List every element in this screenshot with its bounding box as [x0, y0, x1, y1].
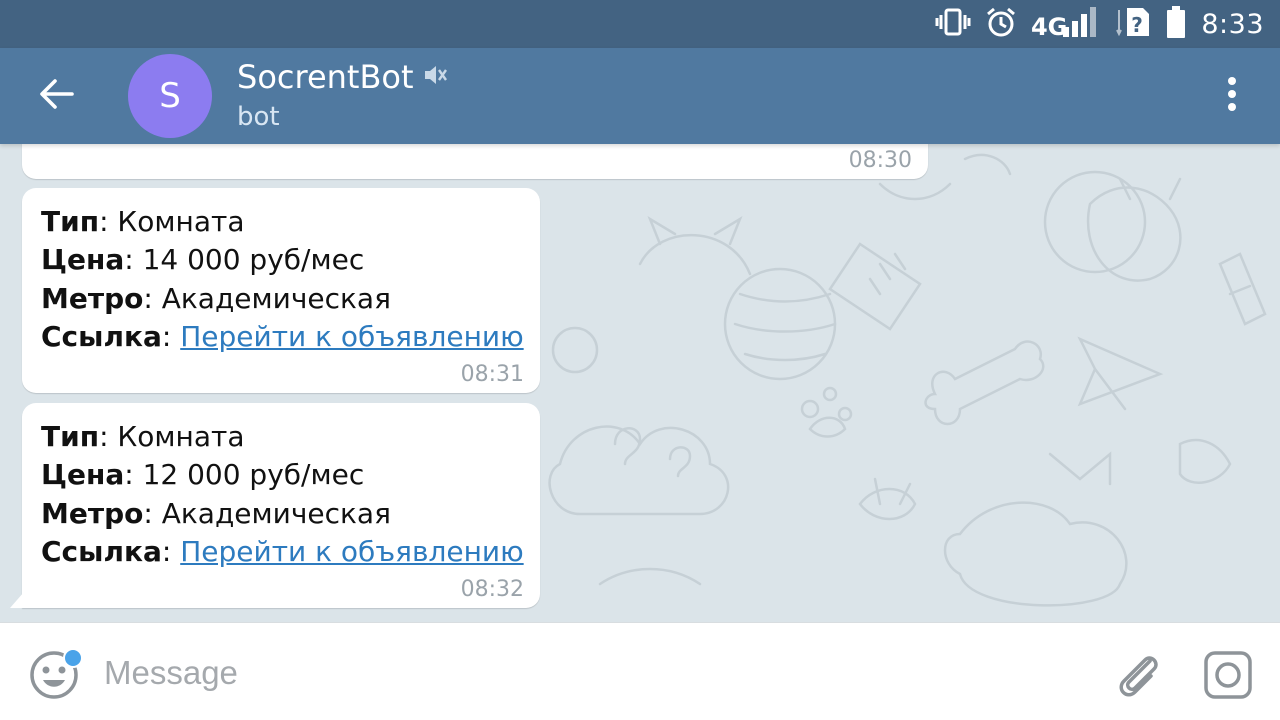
status-bar: 4G ? 8:33: [0, 0, 1280, 48]
listing-link[interactable]: Перейти к объявлению: [180, 320, 523, 353]
battery-icon: [1165, 6, 1187, 42]
chat-header: S SocrentBot bot: [0, 48, 1280, 144]
chat-subtitle: bot: [237, 102, 280, 132]
more-vertical-icon: [1226, 76, 1238, 116]
chat-area[interactable]: 08:30 Тип: Комната Цена: 14 000 руб/мес …: [0, 144, 1280, 622]
listing-price-line: Цена: 12 000 руб/мес: [41, 458, 365, 492]
message-bubble[interactable]: Тип: Комната Цена: 14 000 руб/мес Метро:…: [22, 188, 540, 393]
avatar-letter: S: [159, 76, 181, 116]
camera-button[interactable]: [1200, 647, 1256, 703]
listing-price-value: 14 000 руб/мес: [142, 243, 365, 277]
message-text: Тип: Комната Цена: 12 000 руб/мес Метро:…: [41, 418, 524, 571]
listing-type-label: Тип: [41, 205, 100, 238]
camera-icon: [1200, 651, 1256, 707]
listing-type-line: Тип: Комната: [41, 205, 245, 238]
chat-title-text: SocrentBot: [237, 58, 414, 96]
listing-metro-line: Метро: Академическая: [41, 496, 391, 530]
vibrate-icon: [935, 8, 971, 40]
back-arrow-icon: [38, 78, 74, 114]
listing-metro-label: Метро: [41, 281, 144, 315]
listing-metro-value: Академическая: [161, 281, 391, 315]
listing-type-value: Комната: [117, 420, 245, 453]
message-text: Тип: Комната Цена: 14 000 руб/мес Метро:…: [41, 203, 524, 356]
listing-metro-line: Метро: Академическая: [41, 281, 391, 315]
emoji-icon: [28, 651, 80, 705]
message-input-bar: [0, 622, 1280, 720]
listing-metro-label: Метро: [41, 496, 144, 530]
listing-price-line: Цена: 14 000 руб/мес: [41, 243, 365, 277]
listing-link-label: Ссылка: [41, 534, 162, 568]
signal-icon: [1061, 7, 1101, 41]
message-input[interactable]: [104, 647, 1084, 699]
no-sim-icon: ?: [1115, 6, 1151, 42]
message-time: 08:31: [460, 362, 524, 387]
listing-link[interactable]: Перейти к объявлению: [180, 535, 523, 568]
attach-icon: [1110, 656, 1166, 707]
listing-price-label: Цена: [41, 458, 125, 492]
message-bubble-previous[interactable]: 08:30: [22, 144, 928, 179]
status-time: 8:33: [1201, 8, 1264, 40]
message-time: 08:30: [848, 148, 912, 173]
chat-title[interactable]: SocrentBot: [237, 58, 448, 96]
listing-metro-value: Академическая: [161, 496, 391, 530]
svg-text:?: ?: [1132, 13, 1144, 37]
more-options-button[interactable]: [1210, 74, 1254, 118]
message-time: 08:32: [460, 577, 524, 602]
listing-link-label: Ссылка: [41, 319, 162, 353]
muted-icon: [422, 58, 448, 96]
avatar[interactable]: S: [128, 54, 212, 138]
status-icons: 4G ? 8:33: [935, 0, 1264, 48]
emoji-notification-dot: [63, 648, 83, 668]
back-button[interactable]: [22, 72, 90, 120]
listing-price-value: 12 000 руб/мес: [142, 458, 365, 492]
listing-type-value: Комната: [117, 205, 245, 238]
listing-price-label: Цена: [41, 243, 125, 277]
attach-button[interactable]: [1110, 647, 1166, 703]
message-bubble[interactable]: Тип: Комната Цена: 12 000 руб/мес Метро:…: [10, 403, 540, 608]
alarm-icon: [985, 6, 1017, 42]
listing-link-line: Ссылка: Перейти к объявлению: [41, 534, 524, 568]
listing-link-line: Ссылка: Перейти к объявлению: [41, 319, 524, 353]
listing-type-line: Тип: Комната: [41, 420, 245, 453]
listing-type-label: Тип: [41, 420, 100, 453]
